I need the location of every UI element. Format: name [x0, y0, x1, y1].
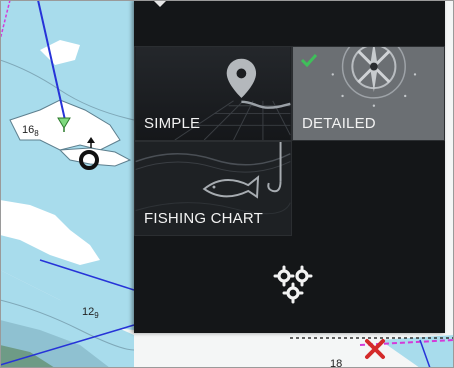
chart-mode-fishing-tile[interactable]: FISHING CHART [134, 141, 292, 236]
gears-icon[interactable] [269, 262, 317, 310]
chart-mode-detailed-tile[interactable]: DETAILED [292, 46, 445, 141]
vessel-position-icon[interactable] [76, 136, 106, 172]
hazard-marker-icon[interactable] [364, 338, 386, 360]
back-chevron-icon[interactable] [152, 0, 168, 10]
depth-sounding: 168 [22, 124, 39, 139]
tile-label: FISHING CHART [144, 210, 263, 227]
tile-label: SIMPLE [144, 115, 201, 132]
menu-header [134, 0, 445, 40]
depth-sounding: 129 [82, 306, 99, 321]
depth-sounding: 18 [330, 358, 343, 368]
chart-mode-simple-tile[interactable]: SIMPLE [134, 46, 292, 141]
chart-mode-menu: SIMPLE DETAILED FISHING CHART [134, 0, 445, 333]
screen: 168 129 18 SIMPLE DETAILED FISHING CHART [0, 0, 454, 368]
buoy-marker-icon[interactable] [56, 116, 72, 132]
tile-label: DETAILED [302, 115, 376, 132]
selected-check-icon [300, 53, 318, 67]
